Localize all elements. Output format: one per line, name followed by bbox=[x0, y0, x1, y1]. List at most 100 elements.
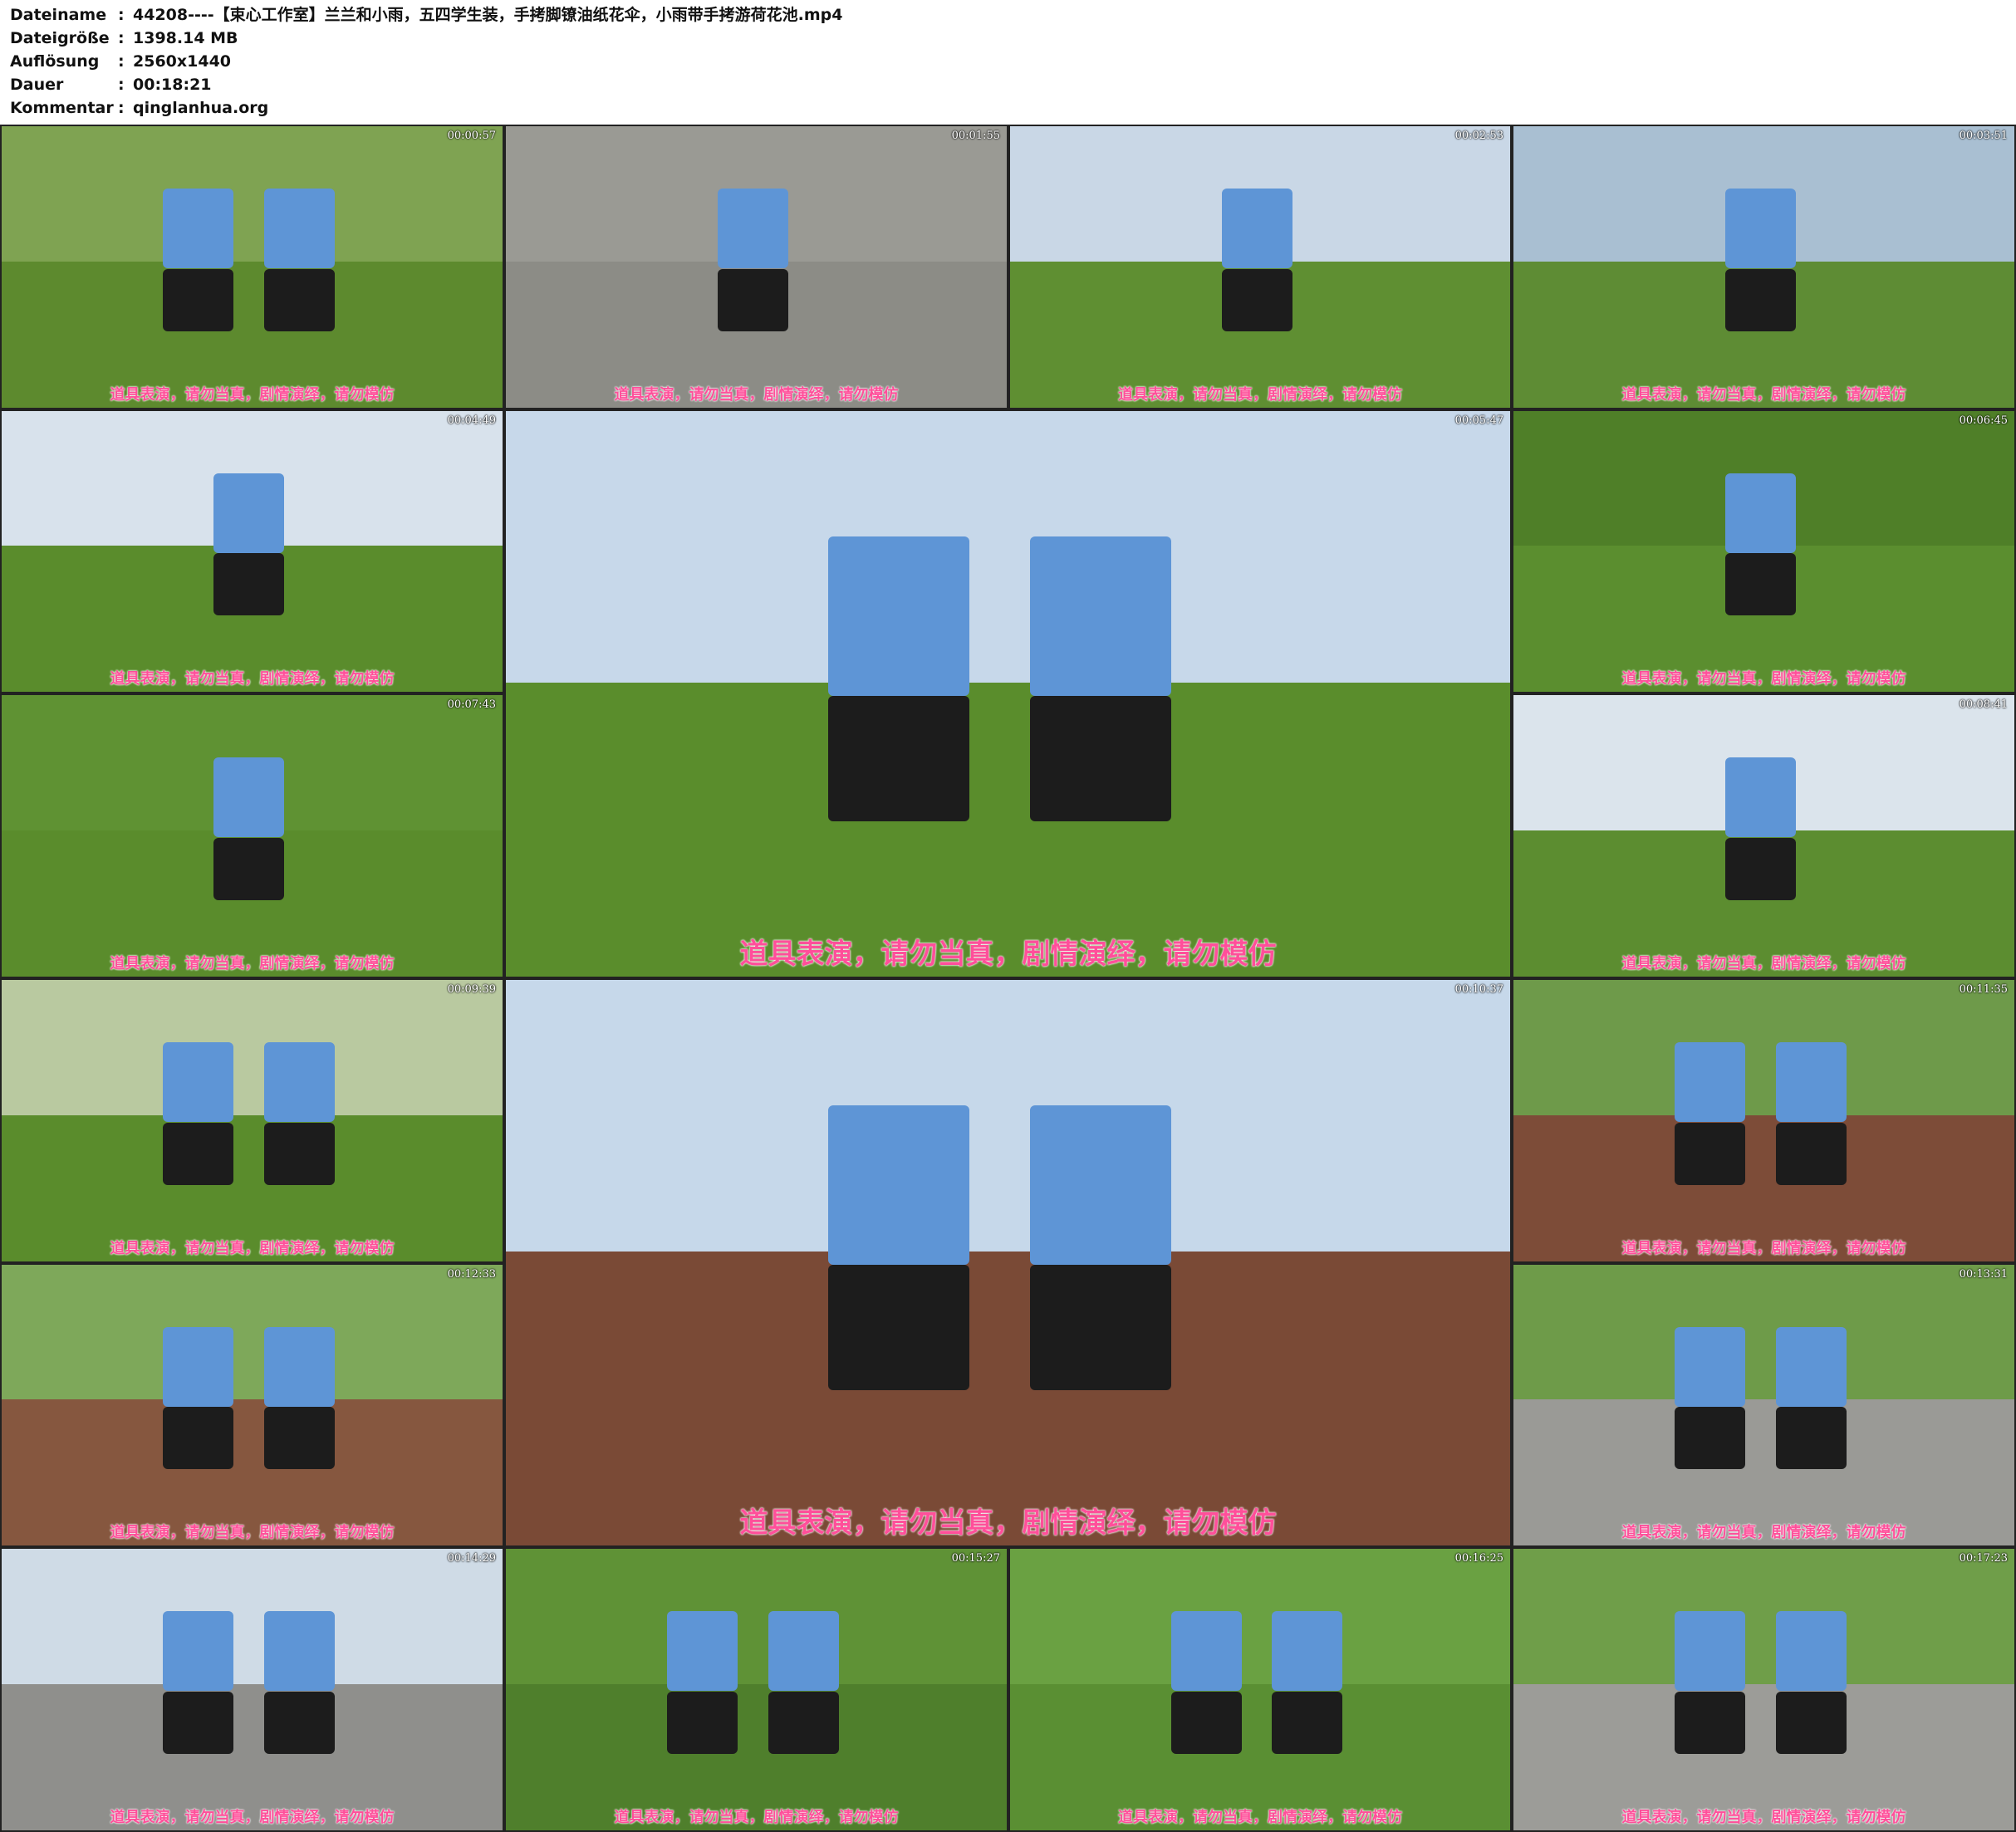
meta-row-filename: Dateiname:44208----【束心工作室】兰兰和小雨，五四学生装，手拷… bbox=[10, 3, 842, 27]
figure-skirt bbox=[163, 1692, 233, 1754]
figure-blouse bbox=[1675, 1327, 1745, 1407]
thumbnail-caption: 道具表演，请勿当真，剧情演绎，请勿模仿 bbox=[1621, 1809, 1906, 1826]
figure-skirt bbox=[1171, 1692, 1242, 1754]
thumbnail-timestamp: 00:00:57 bbox=[447, 130, 496, 142]
thumbnail-timestamp: 00:09:39 bbox=[447, 983, 496, 996]
meta-value: 44208----【束心工作室】兰兰和小雨，五四学生装，手拷脚镣油纸花伞，小雨带… bbox=[133, 6, 843, 24]
meta-key: Dauer bbox=[10, 76, 64, 94]
figure-blouse bbox=[1030, 536, 1171, 696]
thumbnail-timestamp: 00:06:45 bbox=[1959, 414, 2008, 427]
video-thumbnail: 00:03:51 道具表演，请勿当真，剧情演绎，请勿模仿 bbox=[1512, 125, 2016, 409]
thumbnail-timestamp: 00:12:33 bbox=[447, 1268, 496, 1281]
figure-blouse bbox=[213, 473, 284, 553]
meta-row-resolution: Auflösung:2560x1440 bbox=[10, 50, 231, 73]
figure-blouse bbox=[1675, 1611, 1745, 1691]
figure-skirt bbox=[264, 1123, 335, 1185]
meta-colon: : bbox=[118, 52, 125, 71]
figure-blouse bbox=[1222, 189, 1292, 268]
figure-blouse bbox=[1725, 189, 1796, 268]
meta-key: Kommentar bbox=[10, 99, 114, 117]
meta-key: Dateiname bbox=[10, 6, 107, 24]
figure-blouse bbox=[667, 1611, 738, 1691]
figure-skirt bbox=[264, 1407, 335, 1469]
figure-blouse bbox=[1030, 1105, 1171, 1265]
thumbnail-caption: 道具表演，请勿当真，剧情演绎，请勿模仿 bbox=[110, 1809, 395, 1826]
thumbnail-timestamp: 00:03:51 bbox=[1959, 130, 2008, 142]
video-thumbnail: 00:16:25 道具表演，请勿当真，剧情演绎，请勿模仿 bbox=[1008, 1547, 1512, 1832]
thumbnail-caption: 道具表演，请勿当真，剧情演绎，请勿模仿 bbox=[1118, 1809, 1402, 1826]
figure-skirt bbox=[163, 1123, 233, 1185]
thumbnail-caption: 道具表演，请勿当真，剧情演绎，请勿模仿 bbox=[614, 1809, 899, 1826]
figure-blouse bbox=[828, 1105, 969, 1265]
thumbnail-timestamp: 00:15:27 bbox=[951, 1552, 1000, 1565]
figure-skirt bbox=[213, 553, 284, 615]
thumbnail-timestamp: 00:16:25 bbox=[1454, 1552, 1503, 1565]
video-thumbnail: 00:08:41 道具表演，请勿当真，剧情演绎，请勿模仿 bbox=[1512, 693, 2016, 978]
thumbnail-caption: 道具表演，请勿当真，剧情演绎，请勿模仿 bbox=[110, 955, 395, 972]
figure-skirt bbox=[213, 838, 284, 900]
thumbnail-background bbox=[1513, 1265, 2014, 1400]
thumbnail-background bbox=[1513, 980, 2014, 1115]
thumbnail-timestamp: 00:08:41 bbox=[1959, 698, 2008, 711]
figure-blouse bbox=[1675, 1042, 1745, 1122]
figure-blouse bbox=[163, 1042, 233, 1122]
video-thumbnail: 00:01:55 道具表演，请勿当真，剧情演绎，请勿模仿 bbox=[504, 125, 1008, 409]
video-thumbnail: 00:04:49 道具表演，请勿当真，剧情演绎，请勿模仿 bbox=[0, 409, 504, 693]
thumbnail-timestamp: 00:17:23 bbox=[1959, 1552, 2008, 1565]
video-thumbnail: 00:06:45 道具表演，请勿当真，剧情演绎，请勿模仿 bbox=[1512, 409, 2016, 693]
meta-colon: : bbox=[118, 76, 125, 94]
meta-value: 00:18:21 bbox=[133, 76, 212, 94]
figure-blouse bbox=[213, 757, 284, 837]
thumbnail-timestamp: 00:11:35 bbox=[1959, 983, 2008, 996]
meta-row-duration: Dauer:00:18:21 bbox=[10, 73, 212, 96]
figure-blouse bbox=[1725, 757, 1796, 837]
figure-blouse bbox=[1776, 1042, 1847, 1122]
thumbnail-timestamp: 00:13:31 bbox=[1959, 1268, 2008, 1281]
figure-skirt bbox=[667, 1692, 738, 1754]
figure-skirt bbox=[1675, 1692, 1745, 1754]
figure-blouse bbox=[768, 1611, 839, 1691]
thumbnail-timestamp: 00:14:29 bbox=[447, 1552, 496, 1565]
thumbnail-caption: 道具表演，请勿当真，剧情演绎，请勿模仿 bbox=[1621, 670, 1906, 688]
thumbnail-caption: 道具表演，请勿当真，剧情演绎，请勿模仿 bbox=[739, 938, 1277, 971]
meta-colon: : bbox=[118, 99, 125, 117]
meta-colon: : bbox=[118, 29, 125, 47]
video-thumbnail: 00:07:43 道具表演，请勿当真，剧情演绎，请勿模仿 bbox=[0, 693, 504, 978]
figure-blouse bbox=[1725, 473, 1796, 553]
figure-blouse bbox=[1776, 1327, 1847, 1407]
meta-row-comment: Kommentar: qinglanhua.org bbox=[10, 96, 268, 120]
video-thumbnail: 00:13:31 道具表演，请勿当真，剧情演绎，请勿模仿 bbox=[1512, 1263, 2016, 1547]
figure-skirt bbox=[718, 269, 788, 331]
thumbnail-caption: 道具表演，请勿当真，剧情演绎，请勿模仿 bbox=[1621, 955, 1906, 972]
figure-skirt bbox=[1030, 696, 1171, 821]
figure-blouse bbox=[1272, 1611, 1342, 1691]
thumbnail-background bbox=[506, 411, 1510, 683]
thumbnail-background bbox=[506, 980, 1510, 1252]
thumbnail-background bbox=[2, 980, 503, 1115]
meta-value: qinglanhua.org bbox=[133, 99, 269, 117]
thumbnail-timestamp: 00:02:53 bbox=[1454, 130, 1503, 142]
meta-value: 1398.14 MB bbox=[133, 29, 238, 47]
figure-blouse bbox=[163, 1327, 233, 1407]
thumbnail-caption: 道具表演，请勿当真，剧情演绎，请勿模仿 bbox=[110, 1240, 395, 1257]
meta-value: 2560x1440 bbox=[133, 52, 232, 71]
thumbnail-background bbox=[2, 126, 503, 262]
thumbnail-background bbox=[1513, 1549, 2014, 1684]
figure-skirt bbox=[768, 1692, 839, 1754]
figure-skirt bbox=[1725, 269, 1796, 331]
figure-skirt bbox=[1725, 838, 1796, 900]
video-thumbnail: 00:15:27 道具表演，请勿当真，剧情演绎，请勿模仿 bbox=[504, 1547, 1008, 1832]
figure-skirt bbox=[1675, 1407, 1745, 1469]
video-thumbnail: 00:05:47 道具表演，请勿当真，剧情演绎，请勿模仿 bbox=[504, 409, 1512, 978]
meta-row-filesize: Dateigröße:1398.14 MB bbox=[10, 27, 238, 50]
figure-blouse bbox=[1776, 1611, 1847, 1691]
thumbnail-caption: 道具表演，请勿当真，剧情演绎，请勿模仿 bbox=[1118, 386, 1402, 404]
thumbnail-caption: 道具表演，请勿当真，剧情演绎，请勿模仿 bbox=[110, 670, 395, 688]
video-thumbnail: 00:14:29 道具表演，请勿当真，剧情演绎，请勿模仿 bbox=[0, 1547, 504, 1832]
video-thumbnail: 00:17:23 道具表演，请勿当真，剧情演绎，请勿模仿 bbox=[1512, 1547, 2016, 1832]
thumbnail-timestamp: 00:05:47 bbox=[1454, 414, 1503, 427]
video-thumbnail: 00:11:35 道具表演，请勿当真，剧情演绎，请勿模仿 bbox=[1512, 978, 2016, 1263]
thumbnail-background bbox=[506, 1549, 1007, 1684]
figure-blouse bbox=[1171, 1611, 1242, 1691]
meta-key: Dateigröße bbox=[10, 29, 110, 47]
